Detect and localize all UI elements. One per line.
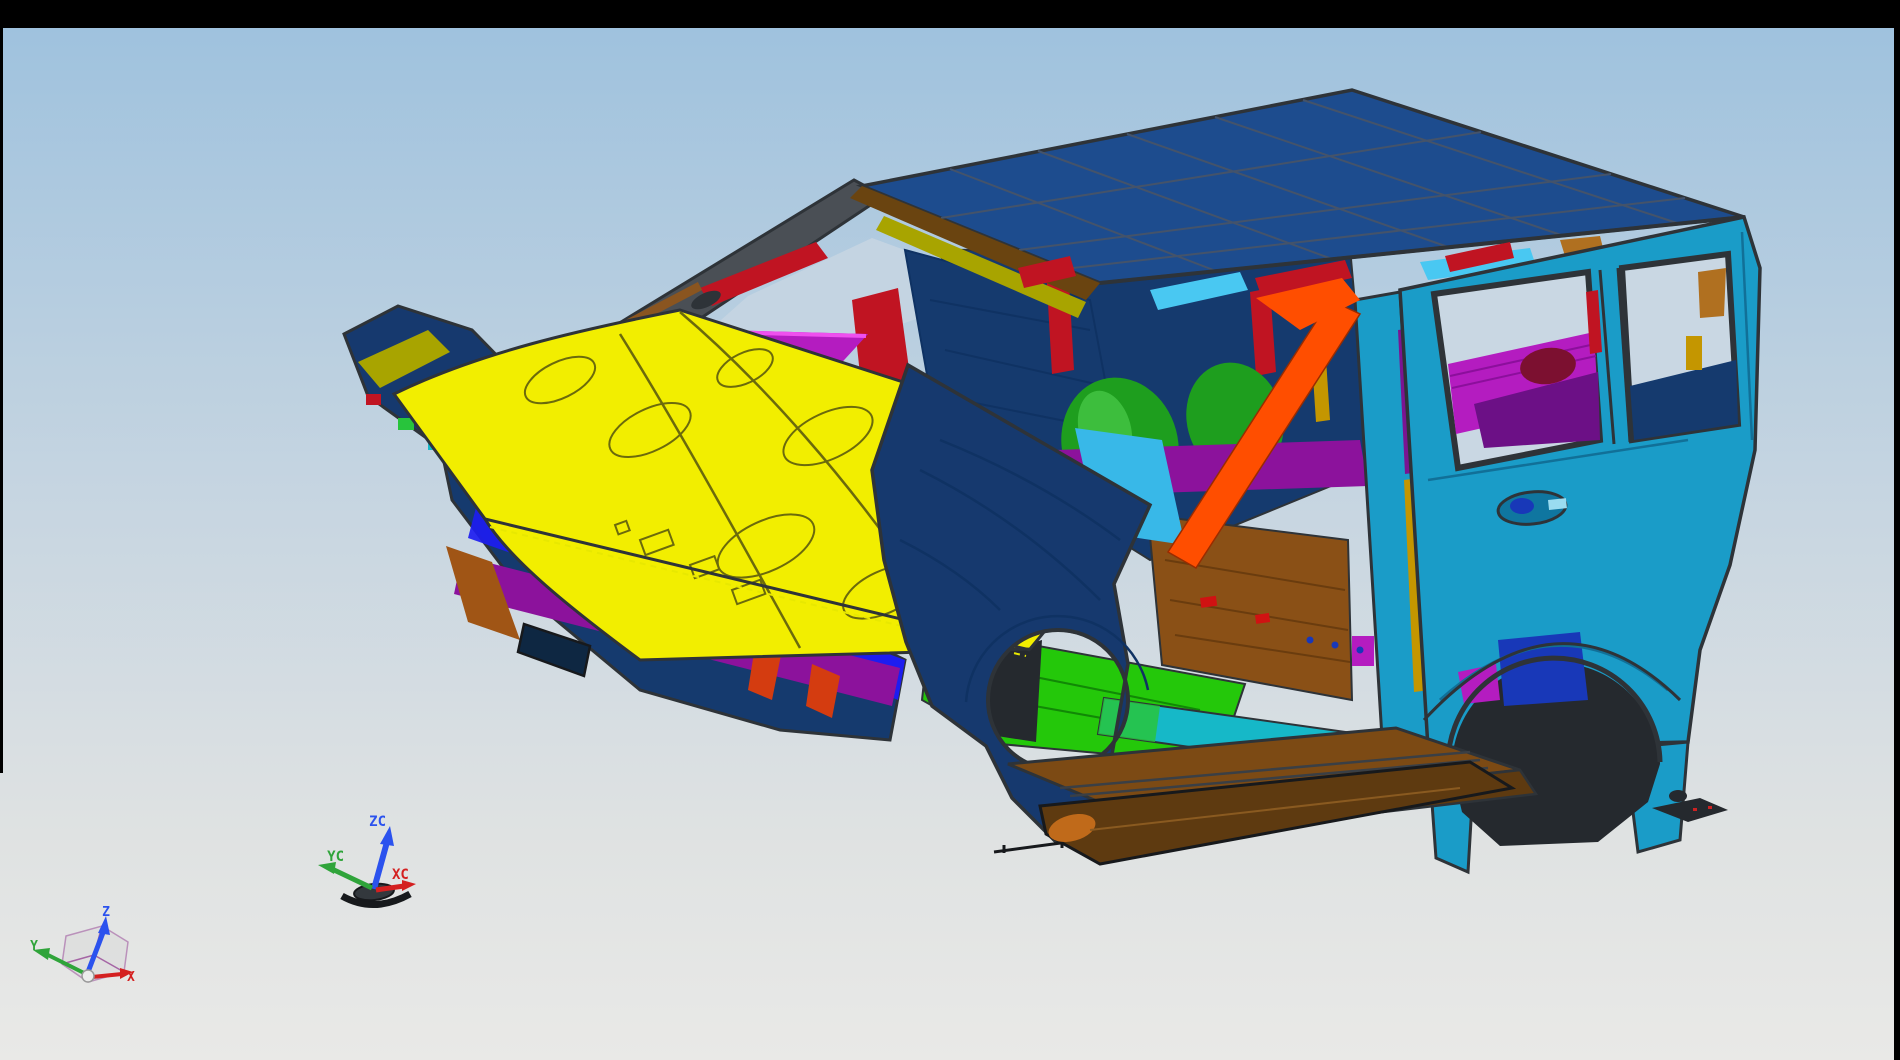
sill-dot xyxy=(1357,647,1364,654)
handle-blue xyxy=(1510,498,1534,514)
car-body-model[interactable] xyxy=(344,90,1760,872)
view-orientation-triad[interactable]: Z Y X xyxy=(30,905,135,985)
small-part-dot[interactable] xyxy=(1669,790,1687,802)
view-y-label: Y xyxy=(30,939,38,954)
origin-sphere xyxy=(82,970,94,982)
window-bracket-brown xyxy=(1698,268,1726,318)
sill-dot xyxy=(1307,637,1314,644)
wcs-y-label: YC xyxy=(327,849,344,865)
wcs-z-label: ZC xyxy=(369,814,386,830)
view-z-label: Z xyxy=(102,905,110,920)
quarter-window xyxy=(1622,254,1738,440)
wcs-z-axis[interactable] xyxy=(374,842,387,889)
sill-dot xyxy=(1332,642,1339,649)
handle-grip xyxy=(1548,498,1567,510)
rear-door-window xyxy=(1434,272,1602,468)
wcs-triad[interactable]: ZC YC XC xyxy=(318,814,416,905)
scene-canvas[interactable]: ZC YC XC Z Y X xyxy=(0,0,1900,1060)
window-gold-tag xyxy=(1686,336,1702,370)
part-red-speck xyxy=(1693,808,1697,811)
view-x-label: X xyxy=(127,970,135,985)
wcs-x-label: XC xyxy=(392,867,409,883)
wcs-y-axis[interactable] xyxy=(332,869,372,888)
part-red-speck xyxy=(1708,806,1712,809)
wing-red-fleck xyxy=(366,394,381,405)
cad-application-window: ZC YC XC Z Y X xyxy=(0,0,1900,1060)
